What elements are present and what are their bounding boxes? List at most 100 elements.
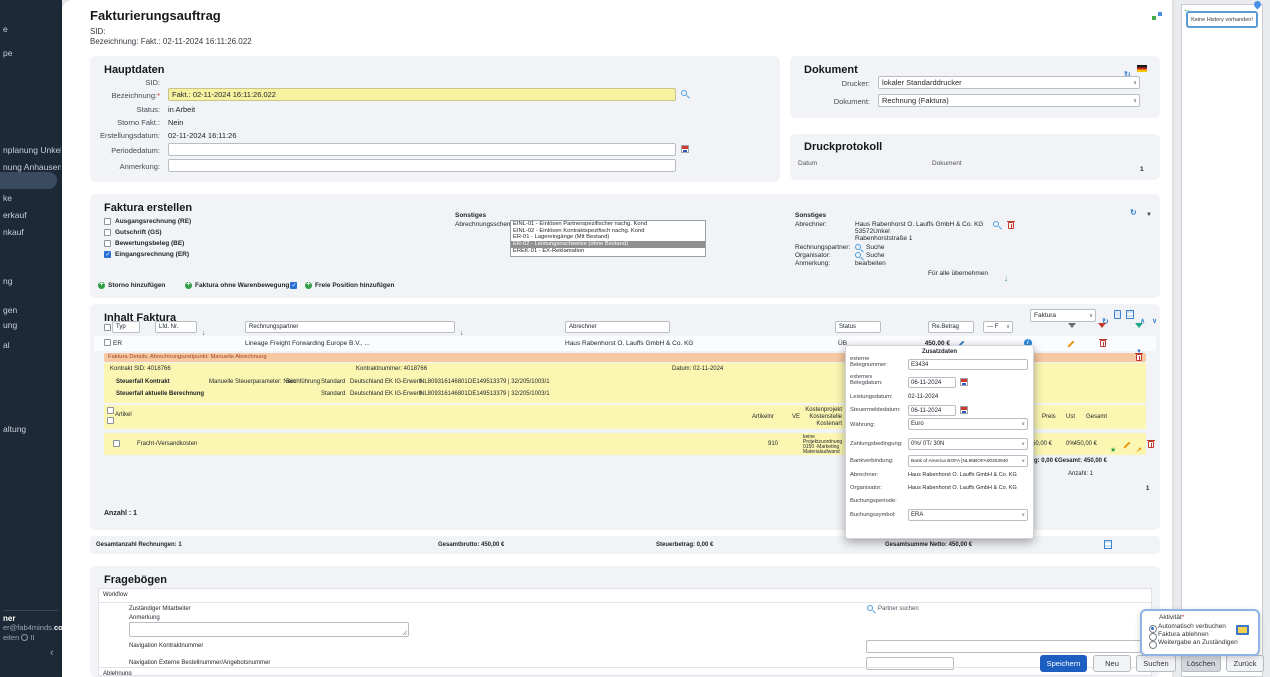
- delete-icon[interactable]: [1008, 222, 1014, 229]
- group-checkbox[interactable]: [107, 417, 114, 424]
- listbox-option[interactable]: EINL-01 - Einlösen Partnerspezifischer n…: [511, 221, 705, 228]
- filter-abrechner[interactable]: Abrechner: [565, 321, 670, 333]
- delete-details-icon[interactable]: [1136, 354, 1142, 361]
- suchen-button[interactable]: Suchen: [1136, 655, 1176, 672]
- sidebar-item[interactable]: nplanung Unkel: [3, 145, 61, 155]
- sidebar-item[interactable]: ng: [3, 276, 61, 286]
- zahlungsbedingung-select[interactable]: 0%/ 0T/ 30N: [908, 438, 1028, 450]
- add-icon[interactable]: [98, 282, 105, 289]
- filter-f-select[interactable]: --- F: [983, 321, 1013, 333]
- checkbox-eingangsrechnung[interactable]: [104, 251, 111, 258]
- open-position-icon[interactable]: [1136, 440, 1142, 456]
- chevron-down-icon[interactable]: [1152, 311, 1157, 327]
- faktura-ohne-warenbewegung-link[interactable]: Faktura ohne Warenbewegung: [195, 282, 289, 289]
- bezeichnung-input[interactable]: Fakt.: 02-11-2024 16:11:26.022: [168, 88, 676, 101]
- externe-belegnummer-input[interactable]: E3434: [908, 359, 1028, 370]
- radio-automatisch-verbuchen[interactable]: [1149, 625, 1157, 633]
- dokument-select[interactable]: Rechnung (Faktura): [878, 94, 1140, 107]
- search-icon[interactable]: [867, 605, 876, 614]
- gear-icon[interactable]: [21, 634, 28, 641]
- share-icon[interactable]: [1152, 12, 1162, 22]
- apply-filter-icon[interactable]: [1135, 323, 1143, 328]
- drucker-select[interactable]: lokaler Standarddrucker: [878, 76, 1140, 89]
- bearbeiten-link[interactable]: bearbeiten: [855, 260, 886, 267]
- checkbox-ausgangsrechnung[interactable]: [104, 218, 111, 225]
- checkbox-bewertungsbeleg[interactable]: [104, 240, 111, 247]
- position-checkbox[interactable]: [113, 440, 120, 447]
- sidebar-item[interactable]: pe: [3, 48, 61, 58]
- delete-row-icon[interactable]: [1100, 340, 1106, 347]
- calendar-icon[interactable]: [960, 406, 968, 414]
- edit-position-icon[interactable]: [1122, 440, 1131, 449]
- collapse-section-icon[interactable]: [1146, 204, 1152, 220]
- clear-filter-icon[interactable]: [1098, 323, 1106, 328]
- buchungssymbol-select[interactable]: ERA: [908, 509, 1028, 521]
- export-icon[interactable]: [1114, 310, 1121, 319]
- zurueck-button[interactable]: Zurück: [1226, 655, 1264, 672]
- radio-weitergabe[interactable]: [1149, 641, 1157, 649]
- waehrung-select[interactable]: Euro: [908, 418, 1028, 430]
- sidebar-item[interactable]: nkauf: [3, 227, 61, 237]
- sidebar-item[interactable]: ke: [3, 193, 61, 203]
- delete-position-icon[interactable]: [1148, 441, 1154, 448]
- freie-position-link[interactable]: Freie Position hinzufügen: [315, 282, 394, 289]
- favorite-icon[interactable]: [1110, 440, 1116, 456]
- suche-link[interactable]: Suche: [866, 252, 884, 259]
- sidebar-item[interactable]: nung Anhausen: [3, 162, 61, 172]
- calculator-icon[interactable]: [1104, 540, 1112, 549]
- partner-suchen-link[interactable]: Partner suchen: [878, 606, 919, 612]
- fuer-alle-label[interactable]: Für alle übernehmen: [928, 270, 988, 277]
- checkbox-gutschrift[interactable]: [104, 229, 111, 236]
- sidebar-item[interactable]: al: [3, 340, 61, 350]
- listbox-option[interactable]: ER-02 - Leistungsnachweise (ohne Bestand…: [511, 241, 705, 248]
- apply-all-icon[interactable]: [1004, 269, 1008, 285]
- row-checkbox[interactable]: [104, 339, 111, 346]
- calculator-icon[interactable]: [1126, 310, 1134, 319]
- listbox-option[interactable]: ER-01 - Lagereingänge (Mit Bestand): [511, 234, 705, 241]
- add-icon[interactable]: [305, 282, 312, 289]
- radio-faktura-ablehnen[interactable]: [1149, 633, 1157, 641]
- filter-icon[interactable]: [1068, 323, 1076, 328]
- filter-status[interactable]: Status: [835, 321, 881, 333]
- checkbox-ohne-warenbewegung[interactable]: [290, 282, 297, 289]
- listbox-option[interactable]: EINL-02 - Einlösen Kontraktspezifisch na…: [511, 228, 705, 235]
- periodedatum-input[interactable]: [168, 143, 676, 156]
- suche-link[interactable]: Suche: [866, 244, 884, 251]
- filter-rechnungspartner[interactable]: Rechnungspartner: [245, 321, 455, 333]
- sidebar-item-active[interactable]: [0, 172, 57, 189]
- search-icon[interactable]: [681, 90, 690, 99]
- sidebar-item[interactable]: altung: [3, 424, 61, 434]
- externes-belegdatum-input[interactable]: 06-11-2024: [908, 377, 956, 388]
- edit-row-icon[interactable]: [1066, 339, 1075, 348]
- storno-hinzufuegen-link[interactable]: Storno hinzufügen: [108, 282, 165, 289]
- search-icon[interactable]: [993, 221, 1002, 230]
- german-flag-icon[interactable]: [1137, 65, 1147, 72]
- loeschen-button[interactable]: Löschen: [1181, 655, 1221, 672]
- anmerkung-textarea[interactable]: [129, 622, 409, 637]
- calendar-icon[interactable]: [960, 378, 968, 386]
- group-checkbox[interactable]: [107, 407, 114, 414]
- abrechnungsschema-listbox[interactable]: EINL-01 - Einlösen Partnerspezifischer n…: [510, 220, 706, 257]
- select-all-checkbox[interactable]: [104, 324, 111, 331]
- calendar-icon[interactable]: [681, 145, 689, 153]
- filter-re-betrag[interactable]: Re.Betrag: [928, 321, 974, 333]
- refresh-icon[interactable]: [1130, 203, 1137, 219]
- filter-lfd-nr[interactable]: Lfd. Nr.: [155, 321, 197, 333]
- sidebar-item[interactable]: e: [3, 24, 61, 34]
- speichern-button[interactable]: Speichern: [1040, 655, 1087, 672]
- nav-kontrakt-input[interactable]: [866, 640, 1141, 653]
- history-back-icon[interactable]: [1183, 0, 1191, 16]
- view-select[interactable]: Faktura: [1030, 309, 1096, 322]
- sidebar-item[interactable]: gen: [3, 305, 61, 315]
- add-icon[interactable]: [185, 282, 192, 289]
- steuermeldedatum-input[interactable]: 06-11-2024: [908, 405, 956, 416]
- filter-typ[interactable]: Typ: [112, 321, 140, 333]
- anmerkung-input[interactable]: [168, 159, 676, 172]
- bankverbindung-select[interactable]: Bank of America BOFA [NL96BOFA00303940: [908, 455, 1028, 467]
- listbox-option[interactable]: EREK-01 - EX-Reklamation: [511, 248, 705, 255]
- sidebar-item[interactable]: erkauf: [3, 210, 61, 220]
- user-edit-link[interactable]: eitenII: [3, 633, 34, 642]
- sidebar-collapse-icon[interactable]: [50, 644, 54, 660]
- neu-button[interactable]: Neu: [1093, 655, 1131, 672]
- book-icon[interactable]: [1236, 625, 1249, 635]
